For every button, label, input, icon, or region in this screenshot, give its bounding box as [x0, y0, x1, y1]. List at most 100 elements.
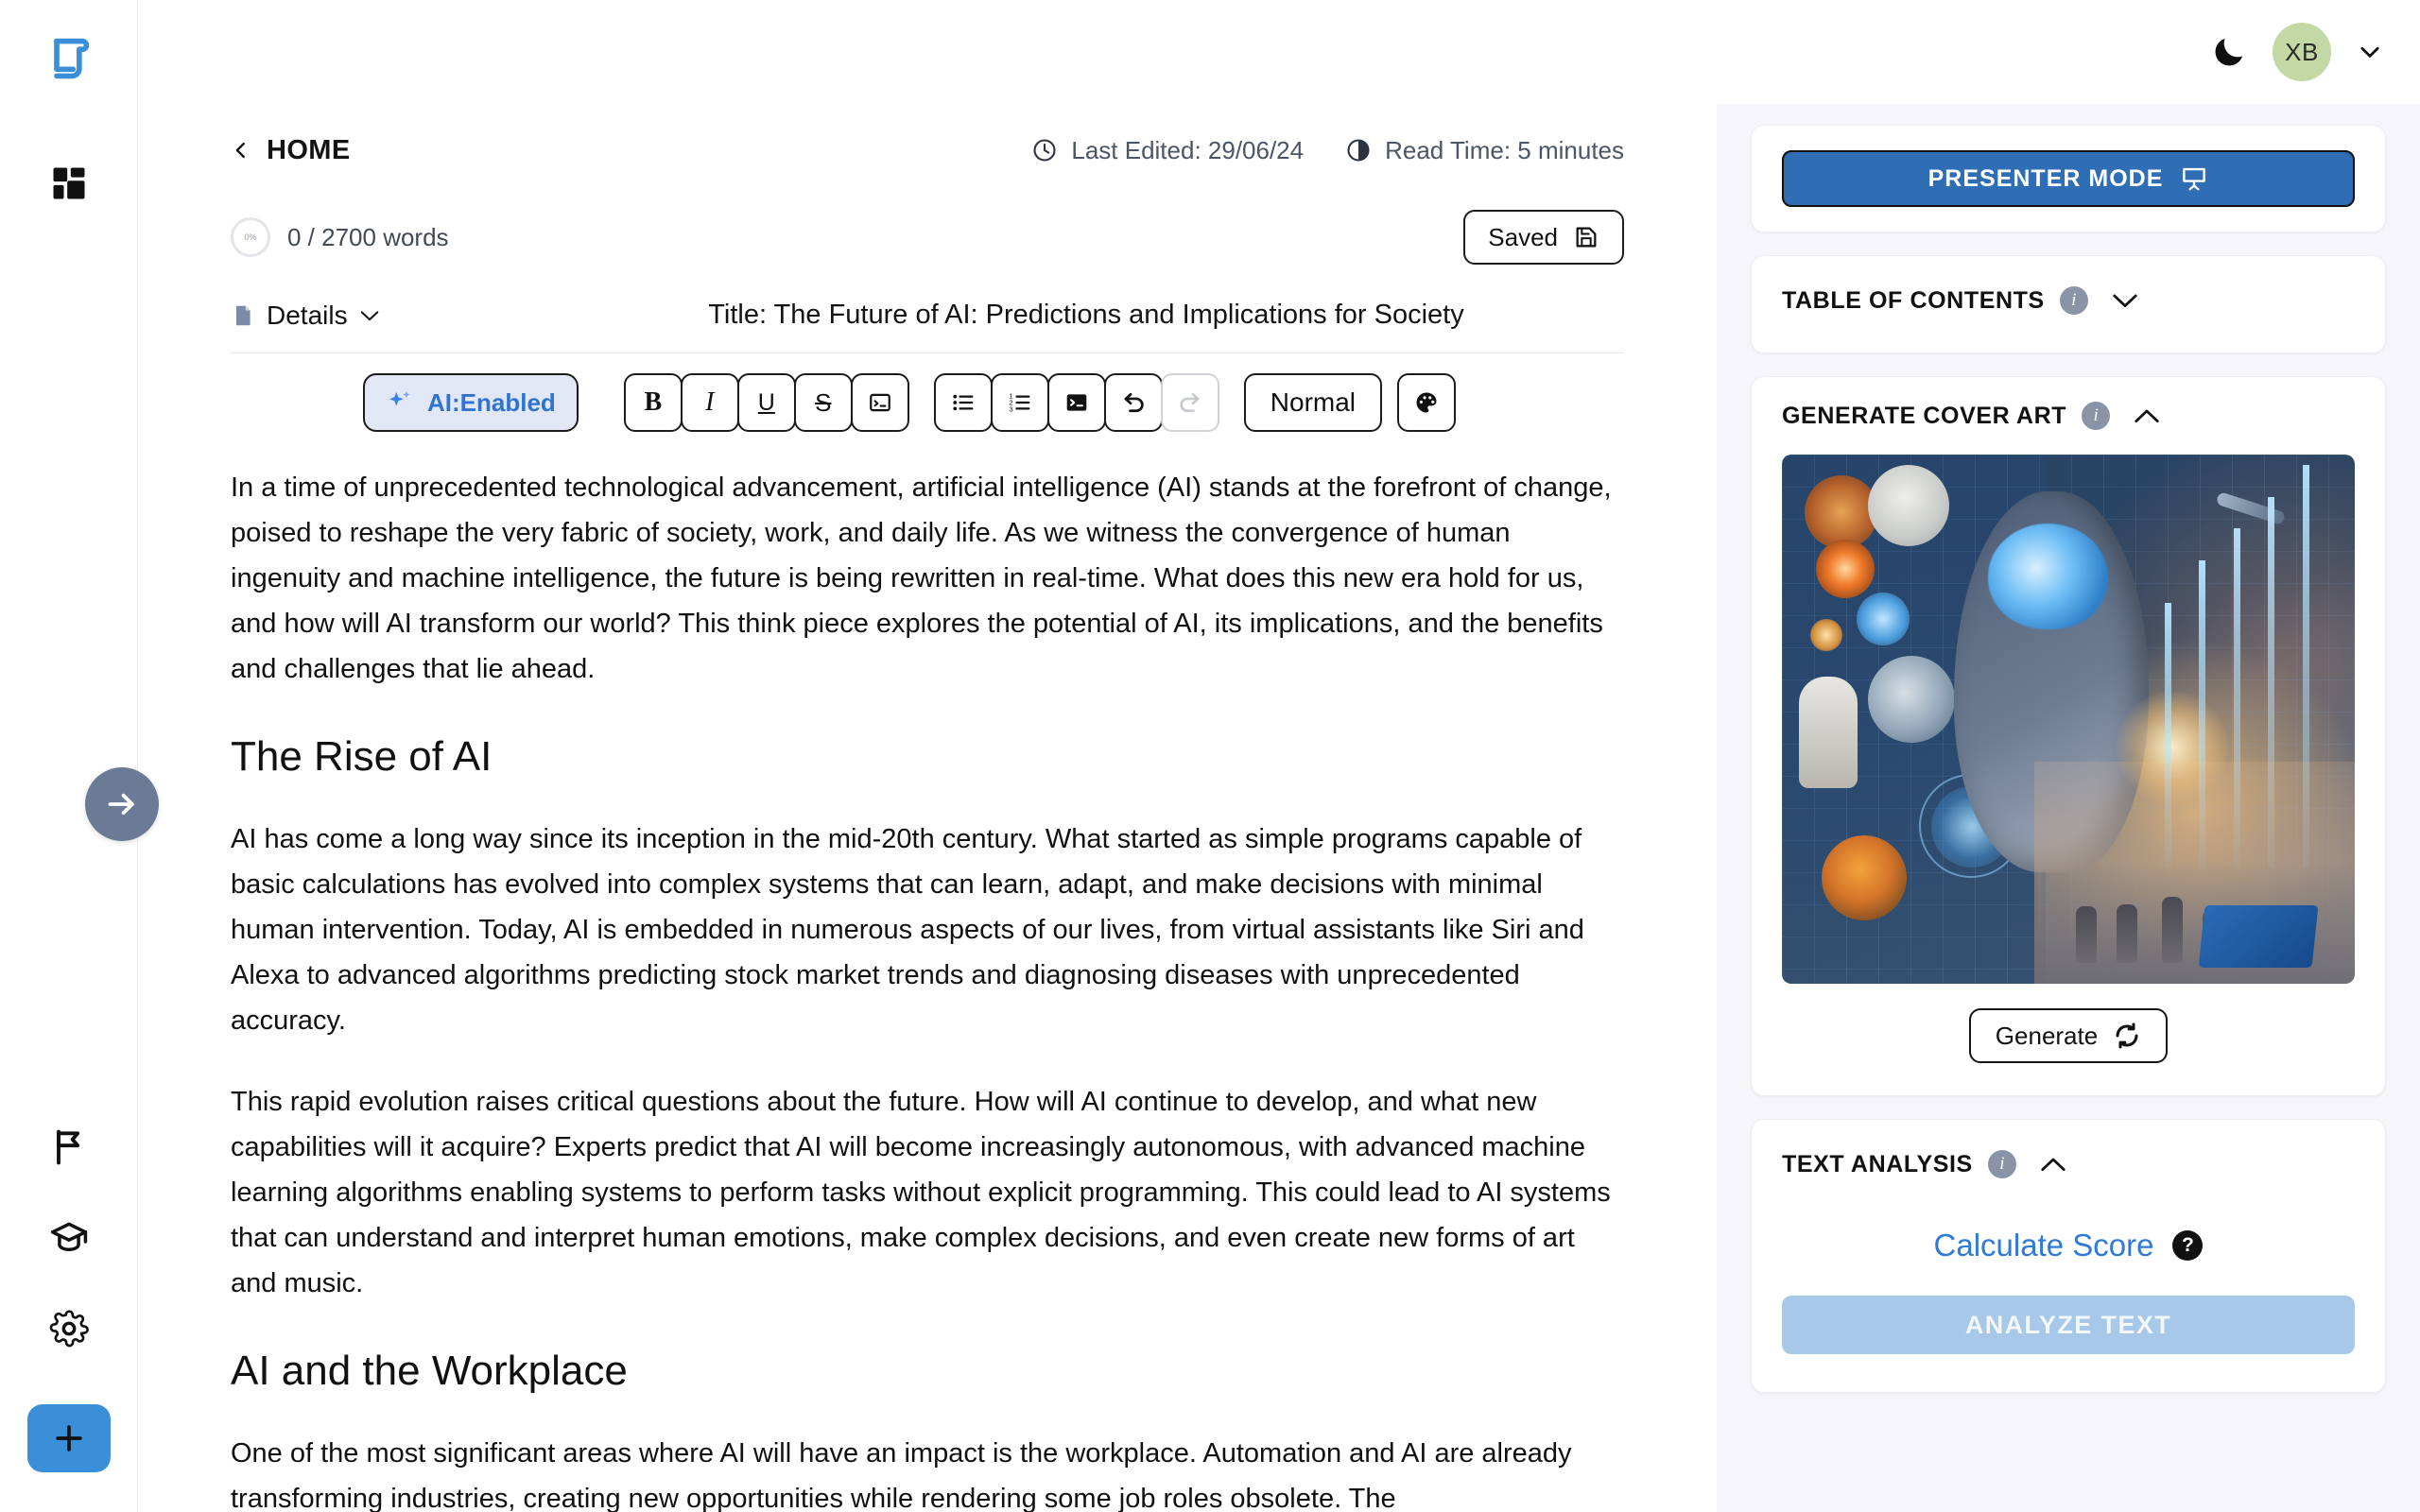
expand-sidebar-button[interactable] [85, 767, 159, 841]
paragraph: In a time of unprecedented technological… [231, 472, 1612, 684]
progress-ring: 0% [231, 217, 270, 257]
flag-icon [57, 1129, 80, 1165]
text-analysis-title: TEXT ANALYSIS [1782, 1150, 1973, 1177]
page-body: HOME Last Edited: 29/06/24 Read Time: 5 … [138, 104, 2420, 1512]
word-count-label: 0 / 2700 words [287, 222, 449, 251]
help-icon[interactable]: ? [2172, 1230, 2204, 1261]
list-actions-group: 1 2 3 [933, 373, 1219, 432]
projector-screen-icon [2183, 167, 2206, 191]
info-icon[interactable]: i [1987, 1150, 2016, 1178]
generate-row: Generate [1782, 1008, 2355, 1063]
toc-title: TABLE OF CONTENTS [1782, 286, 2045, 314]
floppy-disk-icon [1576, 227, 1597, 248]
details-toggle[interactable]: Details [231, 301, 380, 331]
generate-label: Generate [1995, 1021, 2099, 1050]
strikethrough-button[interactable]: S [793, 373, 853, 432]
document-content[interactable]: In a time of unprecedented technological… [231, 452, 1624, 1512]
grid-icon [53, 167, 84, 199]
word-count-row: 0% 0 / 2700 words Saved [231, 197, 1624, 278]
breadcrumb[interactable]: HOME [231, 135, 351, 166]
account-menu-button[interactable] [2356, 38, 2384, 66]
ai-toggle-button[interactable]: AI:Enabled [363, 373, 579, 432]
redo-button[interactable] [1160, 373, 1219, 432]
numbered-list-button[interactable]: 1 2 3 [990, 373, 1049, 432]
paragraph-style-select[interactable]: Normal [1243, 373, 1383, 432]
chevron-up-icon[interactable] [2039, 1156, 2067, 1173]
scroll-document-logo-icon [53, 38, 89, 79]
ai-toggle-label: AI:Enabled [427, 387, 556, 417]
sidebar-item-settings[interactable] [48, 1308, 90, 1349]
app-logo[interactable] [44, 34, 94, 88]
clock-icon [1033, 139, 1056, 162]
chevron-down-icon[interactable] [2111, 292, 2139, 309]
progress-percent: 0% [244, 232, 257, 242]
info-icon[interactable]: i [2059, 286, 2088, 315]
details-label: Details [267, 300, 348, 330]
save-button[interactable]: Saved [1463, 210, 1624, 265]
numbered-list-icon: 1 2 3 [1009, 391, 1030, 413]
toc-header: TABLE OF CONTENTS i [1782, 286, 2355, 315]
arrow-right-icon [108, 793, 134, 816]
format-toolbar: AI:Enabled B I U S 1 2 3 Normal [231, 353, 1624, 452]
refresh-icon [2116, 1022, 2138, 1049]
sidebar-item-goals[interactable] [48, 1126, 90, 1168]
calculate-score-link[interactable]: Calculate Score [1934, 1228, 2154, 1263]
presenter-card: PRESENTER MODE [1751, 125, 2386, 232]
document-meta: Last Edited: 29/06/24 Read Time: 5 minut… [1031, 136, 1624, 165]
editor-column: HOME Last Edited: 29/06/24 Read Time: 5 … [138, 104, 1717, 1512]
sparkle-icon [389, 390, 410, 406]
gear-icon [49, 1310, 89, 1348]
paragraph: This rapid evolution raises critical que… [231, 1087, 1611, 1298]
text-color-button[interactable] [1397, 373, 1457, 432]
bullet-list-button[interactable] [933, 373, 993, 432]
code-block-icon [869, 393, 890, 412]
underline-button[interactable]: U [736, 373, 796, 432]
presenter-mode-button[interactable]: PRESENTER MODE [1782, 150, 2355, 207]
right-sidebar: PRESENTER MODE TABLE OF CONTENTS i GENER… [1717, 104, 2420, 1512]
text-analysis-card: TEXT ANALYSIS i Calculate Score ? ANALYZ… [1751, 1119, 2386, 1393]
paragraph: One of the most significant areas where … [231, 1438, 1572, 1512]
terminal-icon [1066, 394, 1087, 411]
italic-button[interactable]: I [680, 373, 739, 432]
last-edited-label: Last Edited: 29/06/24 [1071, 135, 1305, 164]
sidebar-item-learn[interactable] [48, 1217, 90, 1259]
cover-art-title: GENERATE COVER ART [1782, 402, 2067, 429]
text-analysis-header: TEXT ANALYSIS i [1782, 1150, 2355, 1178]
read-time-label: Read Time: 5 minutes [1385, 135, 1624, 164]
analyze-text-button[interactable]: ANALYZE TEXT [1782, 1296, 2355, 1354]
generate-button[interactable]: Generate [1968, 1008, 2169, 1063]
section-heading: The Rise of AI [231, 733, 493, 780]
info-icon[interactable]: i [2082, 402, 2111, 430]
section-heading: AI and the Workplace [231, 1348, 628, 1394]
bold-button[interactable]: B [623, 373, 683, 432]
svg-text:3: 3 [1009, 404, 1012, 413]
moon-icon [2215, 38, 2243, 66]
top-bar: XB [137, 0, 2420, 104]
redo-icon [1180, 392, 1200, 413]
page-title: Title: The Future of AI: Predictions and… [708, 300, 1464, 330]
code-block-button[interactable] [850, 373, 909, 432]
presenter-mode-label: PRESENTER MODE [1927, 164, 2164, 192]
breadcrumb-label: HOME [267, 134, 351, 165]
terminal-button[interactable] [1046, 373, 1106, 432]
add-document-button[interactable] [27, 1404, 111, 1472]
cover-art-preview[interactable] [1782, 455, 2355, 984]
avatar[interactable]: XB [2273, 23, 2331, 81]
word-count: 0% 0 / 2700 words [231, 217, 449, 257]
bullet-list-icon [953, 394, 974, 411]
chevron-left-icon [235, 142, 245, 159]
avatar-initials: XB [2285, 37, 2319, 66]
document-icon [235, 305, 251, 325]
left-rail-bottom-group [0, 1126, 138, 1472]
last-edited: Last Edited: 29/06/24 [1031, 136, 1304, 165]
cover-art-header: GENERATE COVER ART i [1782, 402, 2355, 430]
text-style-group: B I U S [623, 373, 909, 432]
read-time: Read Time: 5 minutes [1345, 136, 1624, 165]
sidebar-item-dashboard[interactable] [48, 163, 90, 209]
chevron-up-icon[interactable] [2133, 407, 2161, 424]
theme-toggle-button[interactable] [2210, 33, 2248, 71]
undo-button[interactable] [1103, 373, 1163, 432]
plus-icon [56, 1425, 82, 1452]
table-of-contents-card: TABLE OF CONTENTS i [1751, 255, 2386, 353]
save-label: Saved [1488, 222, 1558, 251]
